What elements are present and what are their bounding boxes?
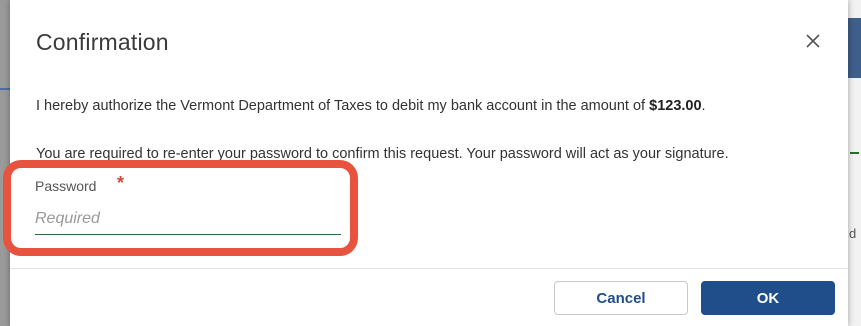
- password-input[interactable]: [35, 205, 341, 235]
- dialog-title: Confirmation: [36, 29, 169, 55]
- debit-amount: $123.00: [649, 98, 702, 114]
- authorization-text: I hereby authorize the Vermont Departmen…: [36, 98, 706, 114]
- authorization-text-body: I hereby authorize the Vermont Departmen…: [36, 98, 650, 114]
- background-header-accent: [848, 18, 861, 78]
- background-dash: [850, 152, 859, 154]
- background-text-fragment: d: [849, 226, 857, 241]
- background-page-edge: d: [848, 0, 861, 326]
- reenter-password-text: You are required to re-enter your passwo…: [36, 146, 729, 162]
- footer-divider: [10, 268, 848, 269]
- required-asterisk: *: [117, 173, 125, 193]
- close-icon: [806, 34, 820, 48]
- password-label: Password: [35, 178, 97, 194]
- confirmation-dialog: Confirmation I hereby authorize the Verm…: [3, 0, 848, 326]
- background-accent-line: [0, 88, 10, 90]
- authorization-text-end: .: [701, 98, 706, 114]
- ok-button[interactable]: OK: [701, 281, 835, 315]
- cancel-button[interactable]: Cancel: [554, 281, 688, 315]
- close-button[interactable]: [800, 28, 826, 54]
